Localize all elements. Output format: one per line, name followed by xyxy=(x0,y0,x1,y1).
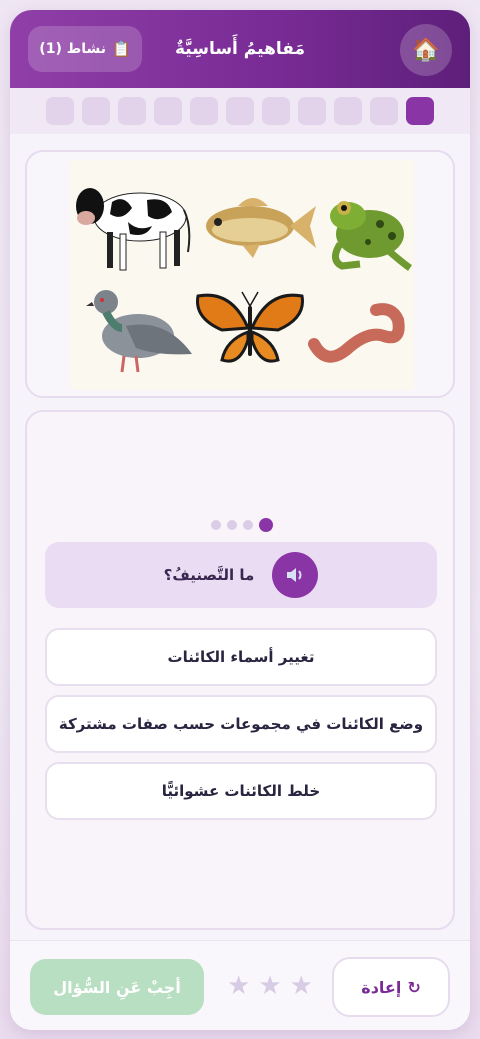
fish-image xyxy=(206,198,316,258)
answer-button[interactable]: أجِبْ عَنِ السُّؤال xyxy=(30,959,204,1015)
butterfly-image xyxy=(196,291,304,363)
app-window: نشاط (1) 📋 مَفاهيمُ أَساسِيَّةٌ 🏠 ما الت… xyxy=(10,10,470,1030)
progress-step xyxy=(154,97,182,125)
page-dot[interactable] xyxy=(243,520,253,530)
activity-badge[interactable]: نشاط (1) 📋 xyxy=(28,26,142,72)
star-icon: ★ xyxy=(289,971,313,1001)
home-button[interactable]: 🏠 xyxy=(400,24,452,76)
page-dots xyxy=(27,518,457,532)
question-text: ما التَّصنيفُ؟ xyxy=(163,566,255,584)
page-dot[interactable] xyxy=(211,520,221,530)
retry-button[interactable]: إعادة ↻ xyxy=(332,957,450,1017)
question-box: ما التَّصنيفُ؟ xyxy=(45,542,437,608)
progress-step xyxy=(334,97,362,125)
footer-bar: أجِبْ عَنِ السُّؤال ★ ★ ★ إعادة ↻ xyxy=(10,940,470,1030)
question-card: ما التَّصنيفُ؟ تغيير أسماء الكائنات وضع … xyxy=(25,410,455,930)
page-dot-active[interactable] xyxy=(259,518,273,532)
progress-step xyxy=(298,97,326,125)
animals-illustration xyxy=(70,160,414,390)
progress-step xyxy=(46,97,74,125)
image-card xyxy=(25,150,455,398)
earthworm-image xyxy=(308,303,405,363)
header-bar: نشاط (1) 📋 مَفاهيمُ أَساسِيَّةٌ 🏠 xyxy=(10,10,470,88)
home-icon: 🏠 xyxy=(412,37,440,63)
progress-step-current xyxy=(406,97,434,125)
progress-step xyxy=(370,97,398,125)
speaker-button[interactable] xyxy=(272,552,319,598)
frog-image xyxy=(330,201,412,271)
cow-image xyxy=(76,188,191,271)
retry-icon: ↻ xyxy=(407,977,421,997)
progress-step xyxy=(118,97,146,125)
answer-option[interactable]: تغيير أسماء الكائنات xyxy=(45,628,437,686)
page-dot[interactable] xyxy=(227,520,237,530)
progress-steps xyxy=(10,88,470,134)
progress-step xyxy=(262,97,290,125)
clipboard-icon: 📋 xyxy=(112,40,131,58)
speaker-icon xyxy=(287,568,302,582)
activity-badge-label: نشاط (1) xyxy=(39,41,107,57)
star-icon: ★ xyxy=(227,971,251,1001)
progress-step xyxy=(190,97,218,125)
star-rating: ★ ★ ★ xyxy=(220,971,320,1001)
page-title: مَفاهيمُ أَساسِيَّةٌ xyxy=(174,39,305,59)
progress-step xyxy=(82,97,110,125)
answer-option[interactable]: خلط الكائنات عشوائيًّا xyxy=(45,762,437,820)
retry-label: إعادة xyxy=(361,977,402,997)
pigeon-image xyxy=(86,290,192,373)
answer-option[interactable]: وضع الكائنات في مجموعات حسب صفات مشتركة xyxy=(45,695,437,753)
progress-step xyxy=(226,97,254,125)
star-icon: ★ xyxy=(258,971,282,1001)
